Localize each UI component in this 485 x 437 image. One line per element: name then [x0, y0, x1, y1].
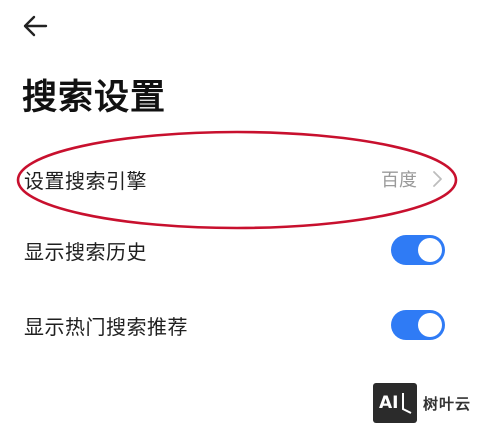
watermark-logo: AI	[372, 383, 417, 423]
search-engine-label: 设置搜索引擎	[24, 168, 147, 193]
show-hot-row: 显示热门搜索推荐	[0, 303, 485, 347]
search-engine-row[interactable]: 设置搜索引擎 百度	[0, 157, 485, 201]
arrow-left-icon	[23, 15, 48, 37]
show-hot-toggle[interactable]	[391, 310, 445, 340]
toggle-knob	[418, 313, 442, 337]
chevron-right-icon	[433, 171, 442, 187]
watermark-text: 树叶云	[422, 394, 471, 413]
back-button[interactable]	[20, 12, 50, 40]
watermark: AI 树叶云	[372, 383, 471, 423]
show-hot-label: 显示热门搜索推荐	[24, 314, 188, 339]
svg-text:AI: AI	[379, 393, 398, 413]
show-history-label: 显示搜索历史	[24, 239, 147, 264]
search-engine-value: 百度	[381, 170, 417, 191]
show-history-row: 显示搜索历史	[0, 228, 485, 272]
page-title: 搜索设置	[22, 78, 167, 118]
watermark-logo-icon: AI	[379, 393, 412, 414]
show-history-toggle[interactable]	[391, 235, 445, 265]
toggle-knob	[418, 238, 442, 262]
